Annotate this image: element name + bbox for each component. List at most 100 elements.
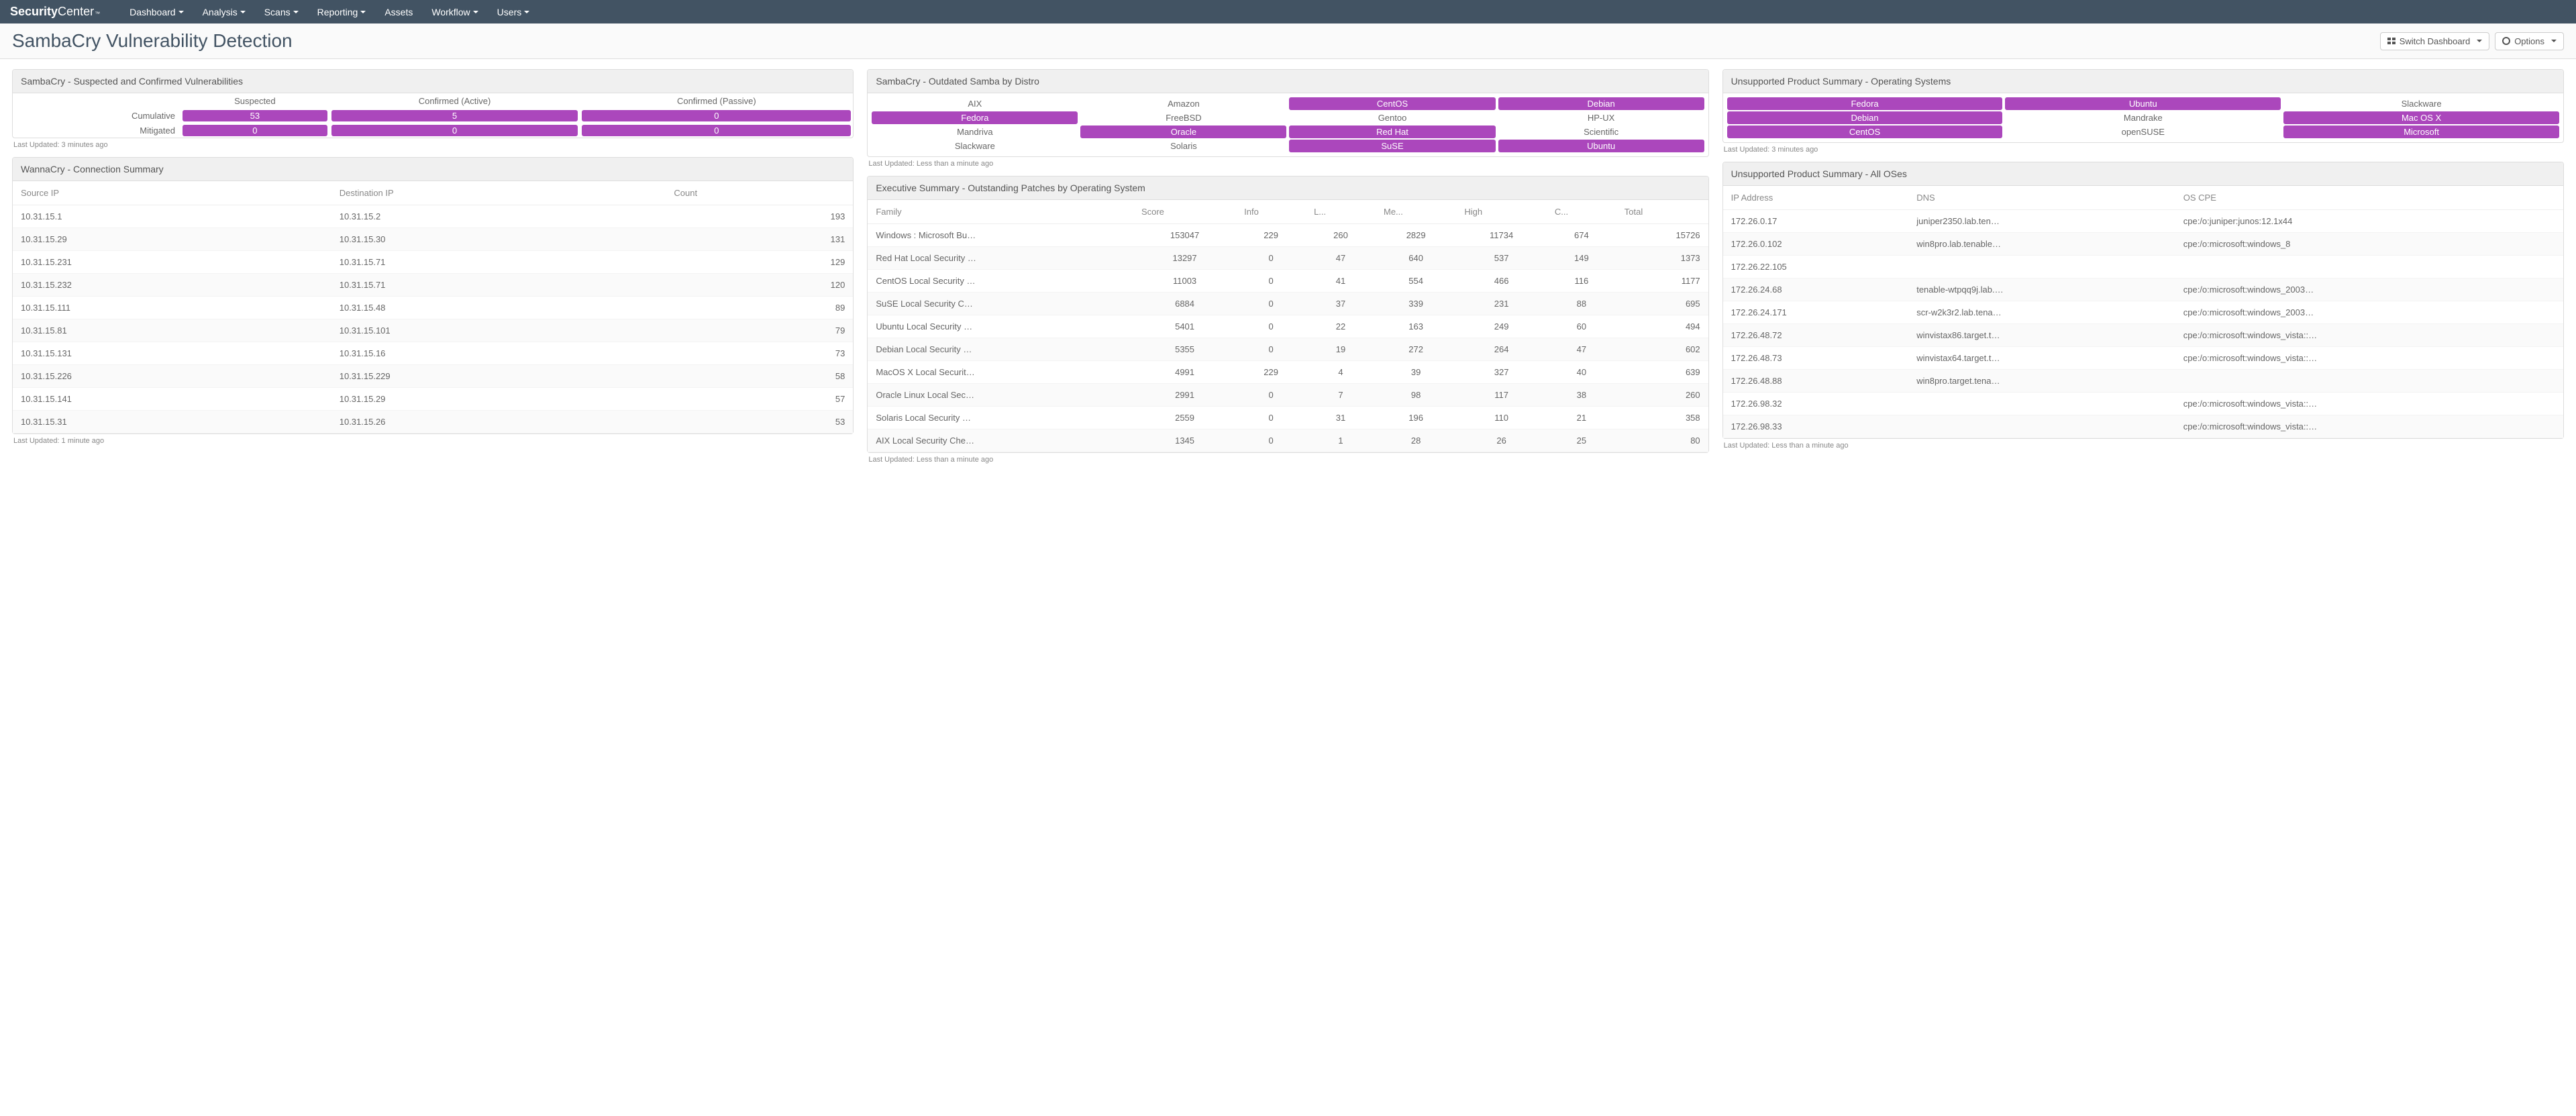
os-cell[interactable]: openSUSE xyxy=(2005,125,2281,138)
table-row[interactable]: MacOS X Local Security …4991229439327406… xyxy=(868,361,1708,384)
matrix-badge[interactable]: 5 xyxy=(331,110,578,121)
table-row[interactable]: Ubuntu Local Security Ch…540102216324960… xyxy=(868,315,1708,338)
matrix-col-header: Confirmed (Passive) xyxy=(580,93,853,108)
distro-cell[interactable]: CentOS xyxy=(1289,97,1495,110)
nav-analysis[interactable]: Analysis xyxy=(193,7,255,17)
table-row[interactable]: 10.31.15.2910.31.15.30131 xyxy=(13,228,853,251)
table-row[interactable]: 10.31.15.23110.31.15.71129 xyxy=(13,251,853,274)
table-row[interactable]: SuSE Local Security Che…6884037339231886… xyxy=(868,293,1708,315)
distro-cell[interactable]: SuSE xyxy=(1289,140,1495,152)
table-header: IP Address xyxy=(1723,186,1909,210)
table-row[interactable]: 172.26.0.17juniper2350.lab.tenables…cpe:… xyxy=(1723,210,2563,233)
caret-down-icon xyxy=(178,11,184,13)
table-row[interactable]: CentOS Local Security C…1100304155446611… xyxy=(868,270,1708,293)
caret-down-icon xyxy=(293,11,299,13)
table-header: C... xyxy=(1547,200,1616,224)
matrix-badge[interactable]: 53 xyxy=(183,110,327,121)
matrix-row-label: Mitigated xyxy=(13,123,181,138)
nav-reporting[interactable]: Reporting xyxy=(308,7,376,17)
table-row[interactable]: 172.26.48.88win8pro.target.tenablese… xyxy=(1723,370,2563,393)
nav-workflow[interactable]: Workflow xyxy=(422,7,487,17)
distro-cell[interactable]: Mandriva xyxy=(872,125,1078,138)
table-row[interactable]: 172.26.24.171scr-w2k3r2.lab.tenablese…cp… xyxy=(1723,301,2563,324)
os-cell[interactable]: Mac OS X xyxy=(2283,111,2559,124)
caret-down-icon xyxy=(524,11,529,13)
panel-title: Executive Summary - Outstanding Patches … xyxy=(868,176,1708,200)
panel-suspected-confirmed: SambaCry - Suspected and Confirmed Vulne… xyxy=(12,69,854,138)
distro-cell[interactable]: Oracle xyxy=(1080,125,1286,138)
grid-icon xyxy=(2387,38,2395,44)
last-updated: Last Updated: Less than a minute ago xyxy=(1722,439,2564,450)
brand-light: Center xyxy=(58,5,94,19)
table-row[interactable]: 172.26.24.68tenable-wtpqq9j.lab.tena…cpe… xyxy=(1723,278,2563,301)
table-row[interactable]: 172.26.98.32cpe:/o:microsoft:windows_vis… xyxy=(1723,393,2563,415)
matrix-badge[interactable]: 0 xyxy=(183,125,327,136)
os-cell[interactable]: Slackware xyxy=(2283,97,2559,110)
distro-cell[interactable]: HP-UX xyxy=(1498,111,1704,124)
panel-all-oses: Unsupported Product Summary - All OSes I… xyxy=(1722,162,2564,439)
distro-cell[interactable]: Scientific xyxy=(1498,125,1704,138)
gear-icon xyxy=(2502,37,2510,45)
switch-dashboard-button[interactable]: Switch Dashboard xyxy=(2380,32,2490,50)
table-row[interactable]: 10.31.15.22610.31.15.22958 xyxy=(13,365,853,388)
connection-table: Source IPDestination IPCount10.31.15.110… xyxy=(13,181,853,434)
os-cell[interactable]: Ubuntu xyxy=(2005,97,2281,110)
matrix-badge[interactable]: 0 xyxy=(582,125,851,136)
table-header: Info xyxy=(1236,200,1306,224)
nav-assets[interactable]: Assets xyxy=(375,7,422,17)
table-row[interactable]: Red Hat Local Security C…132970476405371… xyxy=(868,247,1708,270)
distro-cell[interactable]: AIX xyxy=(872,97,1078,110)
table-row[interactable]: Solaris Local Security Ch…25590311961102… xyxy=(868,407,1708,429)
brand-logo[interactable]: SecurityCenter™ xyxy=(10,5,100,19)
matrix-badge[interactable]: 0 xyxy=(582,110,851,121)
os-cell[interactable]: Microsoft xyxy=(2283,125,2559,138)
nav-users[interactable]: Users xyxy=(488,7,539,17)
distro-cell[interactable]: Gentoo xyxy=(1289,111,1495,124)
matrix-col-header: Suspected xyxy=(181,93,329,108)
table-row[interactable]: 10.31.15.14110.31.15.2957 xyxy=(13,388,853,411)
table-row[interactable]: 10.31.15.23210.31.15.71120 xyxy=(13,274,853,297)
all-os-table: IP AddressDNSOS CPE172.26.0.17juniper235… xyxy=(1723,186,2563,438)
os-cell[interactable]: Debian xyxy=(1727,111,2003,124)
distro-cell[interactable]: Slackware xyxy=(872,140,1078,152)
panel-title: WannaCry - Connection Summary xyxy=(13,158,853,181)
exec-table: FamilyScoreInfoL...Me...HighC...TotalWin… xyxy=(868,200,1708,452)
os-cell[interactable]: Fedora xyxy=(1727,97,2003,110)
table-row[interactable]: 10.31.15.110.31.15.2193 xyxy=(13,205,853,228)
matrix-row-label: Cumulative xyxy=(13,108,181,123)
nav-dashboard[interactable]: Dashboard xyxy=(120,7,193,17)
table-row[interactable]: 172.26.48.73winvistax64.target.tenabl…cp… xyxy=(1723,347,2563,370)
distro-cell[interactable]: Fedora xyxy=(872,111,1078,124)
table-row[interactable]: 172.26.98.33cpe:/o:microsoft:windows_vis… xyxy=(1723,415,2563,438)
table-row[interactable]: Windows : Microsoft Bull…153047229260282… xyxy=(868,224,1708,247)
os-cell[interactable]: Mandrake xyxy=(2005,111,2281,124)
distro-cell[interactable]: Ubuntu xyxy=(1498,140,1704,152)
table-row[interactable]: Debian Local Security Ch…535501927226447… xyxy=(868,338,1708,361)
table-row[interactable]: 10.31.15.13110.31.15.1673 xyxy=(13,342,853,365)
distro-cell[interactable]: FreeBSD xyxy=(1080,111,1286,124)
table-row[interactable]: AIX Local Security Checks13450128262580 xyxy=(868,429,1708,452)
options-button[interactable]: Options xyxy=(2495,32,2564,50)
nav-scans[interactable]: Scans xyxy=(255,7,308,17)
table-row[interactable]: 10.31.15.8110.31.15.10179 xyxy=(13,319,853,342)
last-updated: Last Updated: 3 minutes ago xyxy=(12,138,854,149)
caret-down-icon xyxy=(473,11,478,13)
matrix-col-header: Confirmed (Active) xyxy=(329,93,580,108)
table-row[interactable]: 172.26.0.102win8pro.lab.tenablesecur…cpe… xyxy=(1723,233,2563,256)
distro-cell[interactable]: Solaris xyxy=(1080,140,1286,152)
table-row[interactable]: 172.26.48.72winvistax86.target.tenabl…cp… xyxy=(1723,324,2563,347)
distro-cell[interactable]: Red Hat xyxy=(1289,125,1495,138)
table-row[interactable]: 172.26.22.105 xyxy=(1723,256,2563,278)
os-cell[interactable]: CentOS xyxy=(1727,125,2003,138)
matrix-badge[interactable]: 0 xyxy=(331,125,578,136)
trademark: ™ xyxy=(95,11,100,17)
caret-down-icon xyxy=(360,11,366,13)
table-row[interactable]: 10.31.15.3110.31.15.2653 xyxy=(13,411,853,434)
distro-cell[interactable]: Amazon xyxy=(1080,97,1286,110)
distro-cell[interactable]: Debian xyxy=(1498,97,1704,110)
panel-title: SambaCry - Outdated Samba by Distro xyxy=(868,70,1708,93)
last-updated: Last Updated: Less than a minute ago xyxy=(867,157,1708,168)
table-row[interactable]: 10.31.15.11110.31.15.4889 xyxy=(13,297,853,319)
table-row[interactable]: Oracle Linux Local Secur…299107981173826… xyxy=(868,384,1708,407)
caret-down-icon xyxy=(2551,40,2557,42)
